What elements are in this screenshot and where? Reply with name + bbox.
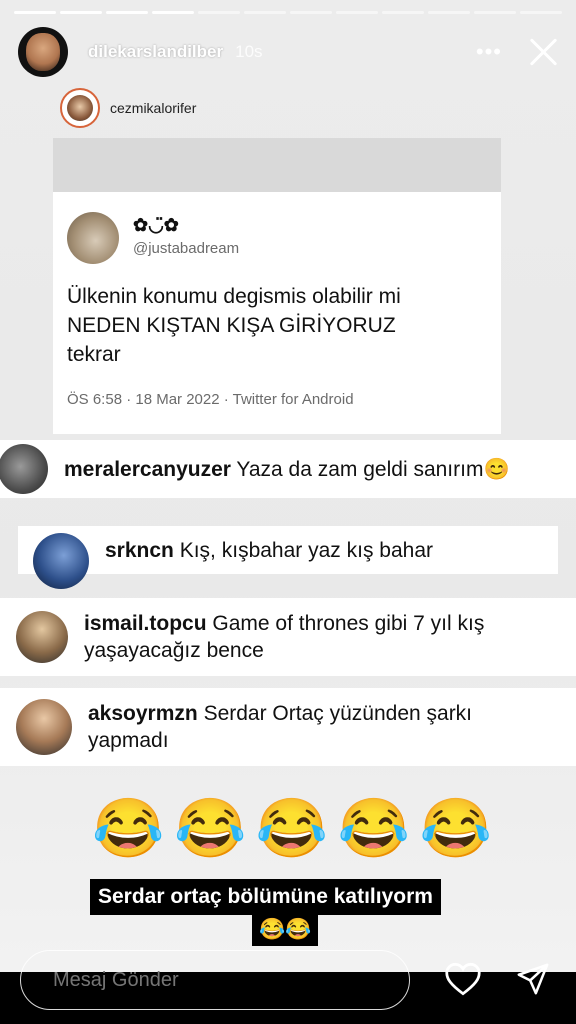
tweet-text: Ülkenin konumu degismis olabilir mi NEDE… [67, 282, 487, 369]
tweet-line: NEDEN KIŞTAN KIŞA GİRİYORUZ [67, 314, 396, 337]
tweet-author-handle: @justabadream [133, 240, 240, 257]
comment-username: aksoyrmzn [88, 702, 198, 725]
send-icon[interactable] [516, 962, 550, 996]
comment-card: srkncn Kış, kışbahar yaz kış bahar [18, 526, 558, 589]
story-timestamp: 10s [235, 42, 263, 61]
progress-segment [244, 11, 286, 14]
story-progress-bar [14, 11, 562, 14]
progress-segment [14, 11, 56, 14]
message-input[interactable] [20, 950, 410, 1010]
progress-segment [382, 11, 424, 14]
progress-segment [336, 11, 378, 14]
story-username[interactable]: dilekarslandilber [88, 42, 223, 62]
heart-icon[interactable] [444, 962, 482, 996]
progress-segment [106, 11, 148, 14]
comment-card: meralercanyuzer Yaza da zam geldi sanırı… [0, 440, 576, 498]
progress-segment [520, 11, 562, 14]
comment-avatar [16, 611, 68, 663]
more-options-icon[interactable]: ••• [476, 41, 502, 63]
comment-avatar [0, 444, 48, 494]
progress-segment [60, 11, 102, 14]
laughing-emoji-icon: 😂 [173, 796, 247, 861]
laughing-emoji-icon: 😂 [337, 796, 411, 861]
comment-card: aksoyrmzn Serdar Ortaç yüzünden şarkı ya… [0, 688, 576, 766]
caption-line-1: Serdar ortaç bölümüne katılıyorm [90, 879, 441, 915]
comment-username: ismail.topcu [84, 612, 207, 635]
laughing-emoji-icon: 😂 [92, 796, 165, 861]
tweet-line: tekrar [67, 343, 121, 366]
tweet-header-strip [53, 138, 501, 192]
comment-username: srkncn [105, 538, 174, 562]
reply-bar [0, 950, 576, 1024]
user-avatar[interactable] [18, 27, 68, 77]
comment-username: meralercanyuzer [64, 457, 231, 481]
progress-segment [198, 11, 240, 14]
tweet-line: Ülkenin konumu degismis olabilir mi [67, 285, 401, 308]
tweet-author-avatar [67, 212, 119, 264]
tweet-card: ✿◡̈✿ @justabadream Ülkenin konumu degism… [53, 192, 501, 434]
tweet-author-name: ✿◡̈✿ [133, 215, 179, 235]
comment-avatar [33, 533, 89, 589]
repost-avatar[interactable] [60, 88, 100, 128]
emoji-sticker-row: 😂 😂 😂 😂 😂 [92, 794, 492, 864]
caption-line-2: 😂😂 [252, 914, 319, 946]
progress-segment [474, 11, 516, 14]
tweet-meta: ÖS 6:58 · 18 Mar 2022 · Twitter for Andr… [67, 391, 354, 408]
comment-card: ismail.topcu Game of thrones gibi 7 yıl … [0, 598, 576, 676]
progress-segment [152, 11, 194, 14]
progress-segment [290, 11, 332, 14]
comment-text: Kış, kışbahar yaz kış bahar [179, 538, 434, 562]
story-header: dilekarslandilber 10s ••• [18, 27, 558, 77]
comment-text: Yaza da zam geldi sanırım😊 [236, 457, 510, 481]
laughing-emoji-icon: 😂 [419, 796, 492, 861]
repost-header: cezmikalorifer [60, 88, 196, 128]
comment-avatar [16, 699, 72, 755]
close-icon[interactable] [528, 37, 558, 67]
progress-segment [428, 11, 470, 14]
repost-username[interactable]: cezmikalorifer [110, 100, 196, 116]
laughing-emoji-icon: 😂 [255, 796, 329, 861]
